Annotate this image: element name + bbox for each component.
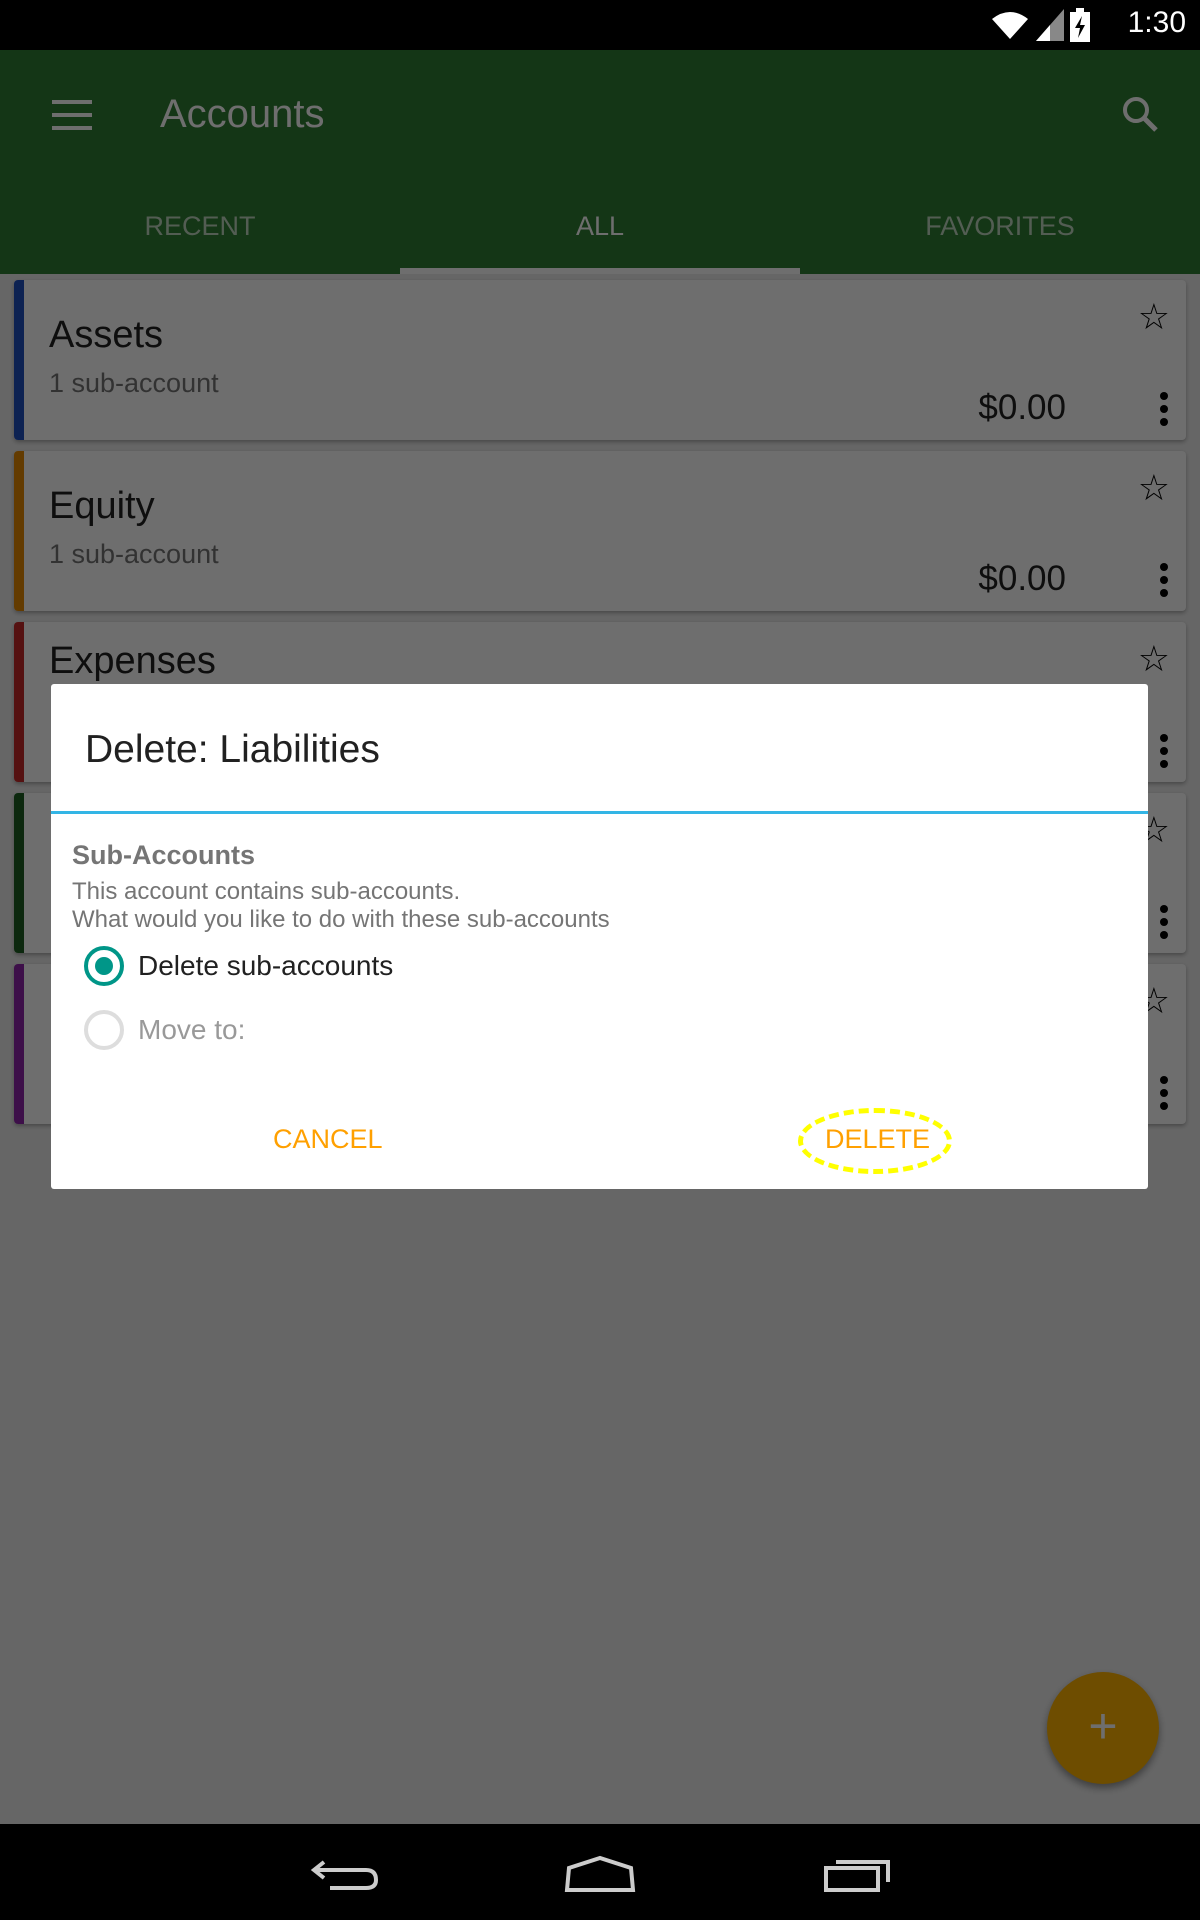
- navigation-bar: [0, 1824, 1200, 1920]
- account-balance: $0.00: [978, 388, 1066, 427]
- account-sub: 1 sub-account: [49, 368, 219, 398]
- star-icon[interactable]: ☆: [1138, 296, 1170, 338]
- menu-icon[interactable]: [52, 100, 92, 130]
- color-bar: [14, 622, 24, 782]
- more-vert-icon[interactable]: [1160, 1076, 1168, 1115]
- account-sub: 1 sub-account: [49, 539, 219, 569]
- tab-bar: RECENT ALL FAVORITES: [0, 178, 1200, 274]
- star-icon[interactable]: ☆: [1138, 467, 1170, 509]
- radio-move-to[interactable]: Move to:: [84, 1010, 245, 1050]
- account-balance: $0.00: [978, 559, 1066, 598]
- add-account-button[interactable]: +: [1047, 1672, 1159, 1784]
- color-bar: [14, 964, 24, 1124]
- dialog-message: This account contains sub-accounts. What…: [72, 878, 610, 934]
- section-heading: Sub-Accounts: [72, 840, 256, 870]
- account-card-equity[interactable]: Equity 1 sub-account $0.00 ☆: [14, 451, 1186, 611]
- back-icon[interactable]: [310, 1854, 380, 1894]
- more-vert-icon[interactable]: [1160, 734, 1168, 773]
- color-bar: [14, 280, 24, 440]
- radio-checked-icon[interactable]: [84, 946, 124, 986]
- search-icon[interactable]: [1120, 94, 1160, 134]
- delete-button[interactable]: DELETE: [825, 1124, 930, 1155]
- page-title: Accounts: [160, 92, 325, 136]
- star-icon[interactable]: ☆: [1138, 638, 1170, 680]
- tab-recent[interactable]: RECENT: [0, 178, 400, 274]
- account-card-assets[interactable]: Assets 1 sub-account $0.00 ☆: [14, 280, 1186, 440]
- home-icon[interactable]: [563, 1854, 637, 1894]
- radio-delete-sub-accounts[interactable]: Delete sub-accounts: [84, 946, 393, 986]
- dialog-title: Delete: Liabilities: [85, 728, 380, 771]
- cancel-button[interactable]: CANCEL: [273, 1124, 383, 1155]
- more-vert-icon[interactable]: [1160, 392, 1168, 431]
- radio-unchecked-icon[interactable]: [84, 1010, 124, 1050]
- message-line: What would you like to do with these sub…: [72, 906, 610, 933]
- signal-icon: [1036, 9, 1064, 41]
- recents-icon[interactable]: [822, 1854, 892, 1894]
- radio-label: Delete sub-accounts: [138, 950, 394, 981]
- color-bar: [14, 451, 24, 611]
- account-name: Expenses: [49, 640, 216, 682]
- more-vert-icon[interactable]: [1160, 905, 1168, 944]
- clock: 1:30: [1127, 6, 1186, 39]
- tab-all[interactable]: ALL: [400, 178, 800, 274]
- account-name: Equity: [49, 485, 155, 527]
- radio-label: Move to:: [138, 1014, 246, 1045]
- wifi-icon: [992, 12, 1028, 39]
- delete-dialog: Delete: Liabilities Sub-Accounts This ac…: [51, 684, 1148, 1189]
- account-name: Assets: [49, 314, 164, 356]
- status-bar: 1:30: [0, 0, 1200, 50]
- message-line: This account contains sub-accounts.: [72, 878, 461, 905]
- tab-favorites[interactable]: FAVORITES: [800, 178, 1200, 274]
- app-bar: Accounts RECENT ALL FAVORITES: [0, 50, 1200, 274]
- battery-charging-icon: [1070, 8, 1090, 42]
- more-vert-icon[interactable]: [1160, 563, 1168, 602]
- color-bar: [14, 793, 24, 953]
- title-divider: [51, 811, 1148, 814]
